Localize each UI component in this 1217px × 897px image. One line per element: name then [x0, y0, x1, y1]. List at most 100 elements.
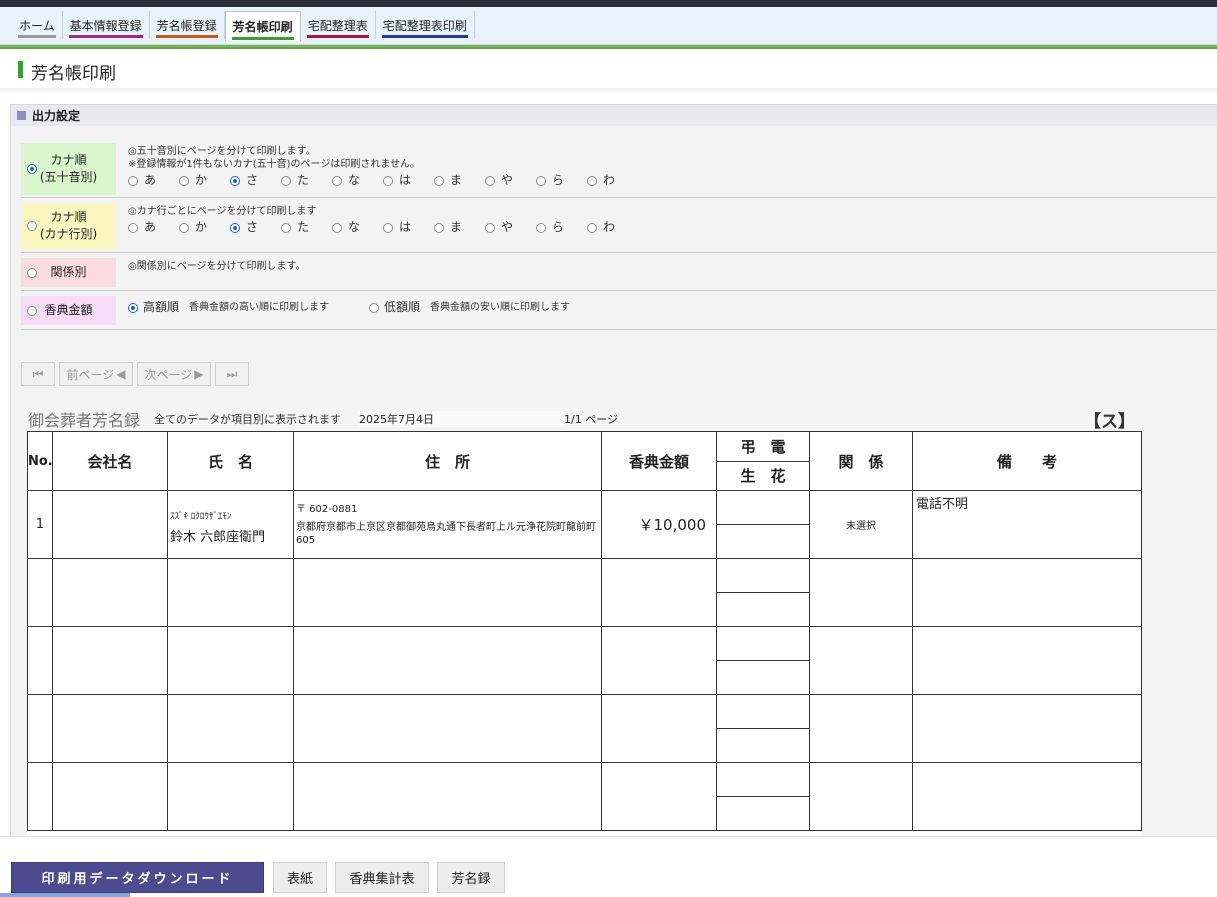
tab-delivery-print[interactable]: 宅配整理表印刷: [376, 11, 475, 39]
last-page-button[interactable]: ⏭: [215, 362, 249, 386]
row-flower: [716, 524, 810, 559]
header-amount: 香典金額: [601, 431, 717, 491]
kanarow-letter-ha[interactable]: は: [383, 221, 434, 234]
kanarow-radio-ha[interactable]: [383, 222, 393, 233]
table-row: [27, 626, 1142, 695]
kana50-letter-sa[interactable]: さ: [230, 174, 281, 187]
empty-cell: [52, 626, 168, 695]
empty-cell: [167, 694, 294, 763]
row-telegram: [716, 490, 810, 525]
kanarow-letter-a[interactable]: あ: [128, 221, 179, 234]
empty-cell: [716, 762, 810, 797]
empty-cell: [716, 592, 810, 627]
first-page-icon: ⏮: [32, 366, 44, 381]
tab-basic-info-underline: [68, 35, 143, 38]
radio-relation[interactable]: [27, 267, 37, 278]
option-relation[interactable]: 関係別: [21, 258, 116, 287]
kana50-letter-label: ま: [450, 173, 463, 187]
empty-cell: [27, 626, 53, 695]
kana50-radio-ta[interactable]: [281, 175, 291, 186]
option-amount[interactable]: 香典金額: [21, 296, 116, 325]
tab-guestbook-entry[interactable]: 芳名帳登録: [150, 11, 225, 39]
kanarow-letter-ra[interactable]: ら: [536, 221, 587, 234]
next-page-button[interactable]: 次ページ ▶: [137, 362, 211, 386]
kanarow-letter-na[interactable]: な: [332, 221, 383, 234]
tab-delivery-list[interactable]: 宅配整理表: [301, 11, 376, 39]
kana50-radio-ka[interactable]: [179, 175, 189, 186]
kana50-letter-a[interactable]: あ: [128, 174, 179, 187]
radio-kanarow[interactable]: [27, 221, 37, 231]
kanarow-radio-ta[interactable]: [281, 222, 291, 233]
option-kanarow[interactable]: カナ順 (カナ行別): [21, 203, 116, 249]
kanarow-radio-a[interactable]: [128, 222, 138, 233]
download-print-data-button[interactable]: 印刷用データダウンロード: [11, 862, 264, 893]
header-telegram: 弔 電: [716, 431, 810, 462]
kana50-radio-a[interactable]: [128, 175, 138, 186]
empty-cell: [809, 694, 913, 763]
option-kana50[interactable]: カナ順 (五十音別): [21, 143, 116, 195]
kana50-letter-ya[interactable]: や: [485, 174, 536, 187]
empty-cell: [293, 558, 602, 627]
first-page-button[interactable]: ⏮: [21, 362, 55, 386]
sheet-header: 御会葬者芳名録 全てのデータが項目別に表示されます 2025年7月4日 1/1 …: [27, 407, 1141, 432]
row-address: 京都府京都市上京区京都御苑烏丸通下長者町上ル元浄花院町龍前町605: [296, 521, 596, 546]
empty-cell: [27, 694, 53, 763]
empty-cell: [912, 558, 1142, 627]
radio-low-order[interactable]: [369, 302, 380, 313]
empty-cell: [716, 728, 810, 763]
kanarow-radio-wa[interactable]: [587, 222, 597, 233]
kanarow-radio-ka[interactable]: [179, 222, 189, 233]
tab-guestbook-print[interactable]: 芳名帳印刷: [224, 11, 301, 41]
kanarow-radio-ma[interactable]: [434, 222, 444, 233]
kana50-letter-ta[interactable]: た: [281, 174, 332, 187]
kanarow-letter-ya[interactable]: や: [485, 221, 536, 234]
kanarow-radio-sa[interactable]: [230, 222, 240, 233]
kana50-radio-ma[interactable]: [434, 175, 444, 186]
kana50-radio-wa[interactable]: [587, 175, 597, 186]
kanarow-letter-ta[interactable]: た: [281, 221, 332, 234]
radio-high-order[interactable]: [128, 302, 138, 313]
kana50-letter-ka[interactable]: か: [179, 174, 230, 187]
empty-cell: [716, 558, 810, 593]
kana50-letter-ma[interactable]: ま: [434, 174, 485, 187]
kana50-letter-ha[interactable]: は: [383, 174, 434, 187]
condolence-summary-button[interactable]: 香典集計表: [335, 862, 429, 893]
radio-kana50[interactable]: [27, 164, 37, 174]
kana50-radio-ya[interactable]: [485, 175, 495, 186]
kanarow-letter-wa[interactable]: わ: [587, 221, 638, 234]
kana50-radio-na[interactable]: [332, 175, 342, 186]
cover-button[interactable]: 表紙: [273, 862, 327, 893]
empty-cell: [912, 762, 1142, 831]
tab-home-underline: [18, 35, 56, 38]
kana50-letter-ra[interactable]: ら: [536, 174, 587, 187]
kanarow-letter-label: ま: [450, 220, 463, 234]
kanarow-letter-label: や: [501, 220, 514, 234]
header-relation: 関 係: [809, 431, 913, 491]
table-row: [27, 558, 1142, 627]
kanarow-letter-sa[interactable]: さ: [230, 221, 281, 234]
empty-cell: [912, 626, 1142, 695]
kana50-radio-ra[interactable]: [536, 175, 546, 186]
kana50-letter-wa[interactable]: わ: [587, 174, 638, 187]
row-name-cell: ｽｽﾞｷ ﾛｸﾛｳｻﾞｴﾓﾝ 鈴木 六郎座衛門: [167, 490, 294, 559]
kanarow-letter-ka[interactable]: か: [179, 221, 230, 234]
tab-home[interactable]: ホーム: [12, 11, 63, 39]
kanarow-radio-na[interactable]: [332, 222, 342, 233]
kana50-letter-label: さ: [246, 173, 259, 187]
tab-delivery-print-label: 宅配整理表印刷: [382, 18, 467, 33]
table-row: [27, 762, 1142, 831]
nav-tabs: ホーム 基本情報登録 芳名帳登録 芳名帳印刷 宅配整理表 宅配整理表印刷: [12, 11, 475, 41]
kana50-letter-na[interactable]: な: [332, 174, 383, 187]
kana50-radio-ha[interactable]: [383, 175, 393, 186]
kana50-radio-sa[interactable]: [230, 175, 240, 186]
kanarow-radio-ra[interactable]: [536, 222, 546, 233]
pager: ⏮ 前ページ ◀ 次ページ ▶ ⏭: [21, 362, 253, 386]
page-title: 芳名帳印刷: [18, 59, 116, 84]
radio-amount[interactable]: [27, 305, 37, 316]
kanarow-letter-ma[interactable]: ま: [434, 221, 485, 234]
kanarow-radio-ya[interactable]: [485, 222, 495, 233]
prev-page-button[interactable]: 前ページ ◀: [59, 362, 133, 386]
kanarow-letter-label: た: [297, 220, 310, 234]
guest-register-button[interactable]: 芳名録: [437, 862, 505, 893]
tab-basic-info[interactable]: 基本情報登録: [63, 11, 150, 39]
